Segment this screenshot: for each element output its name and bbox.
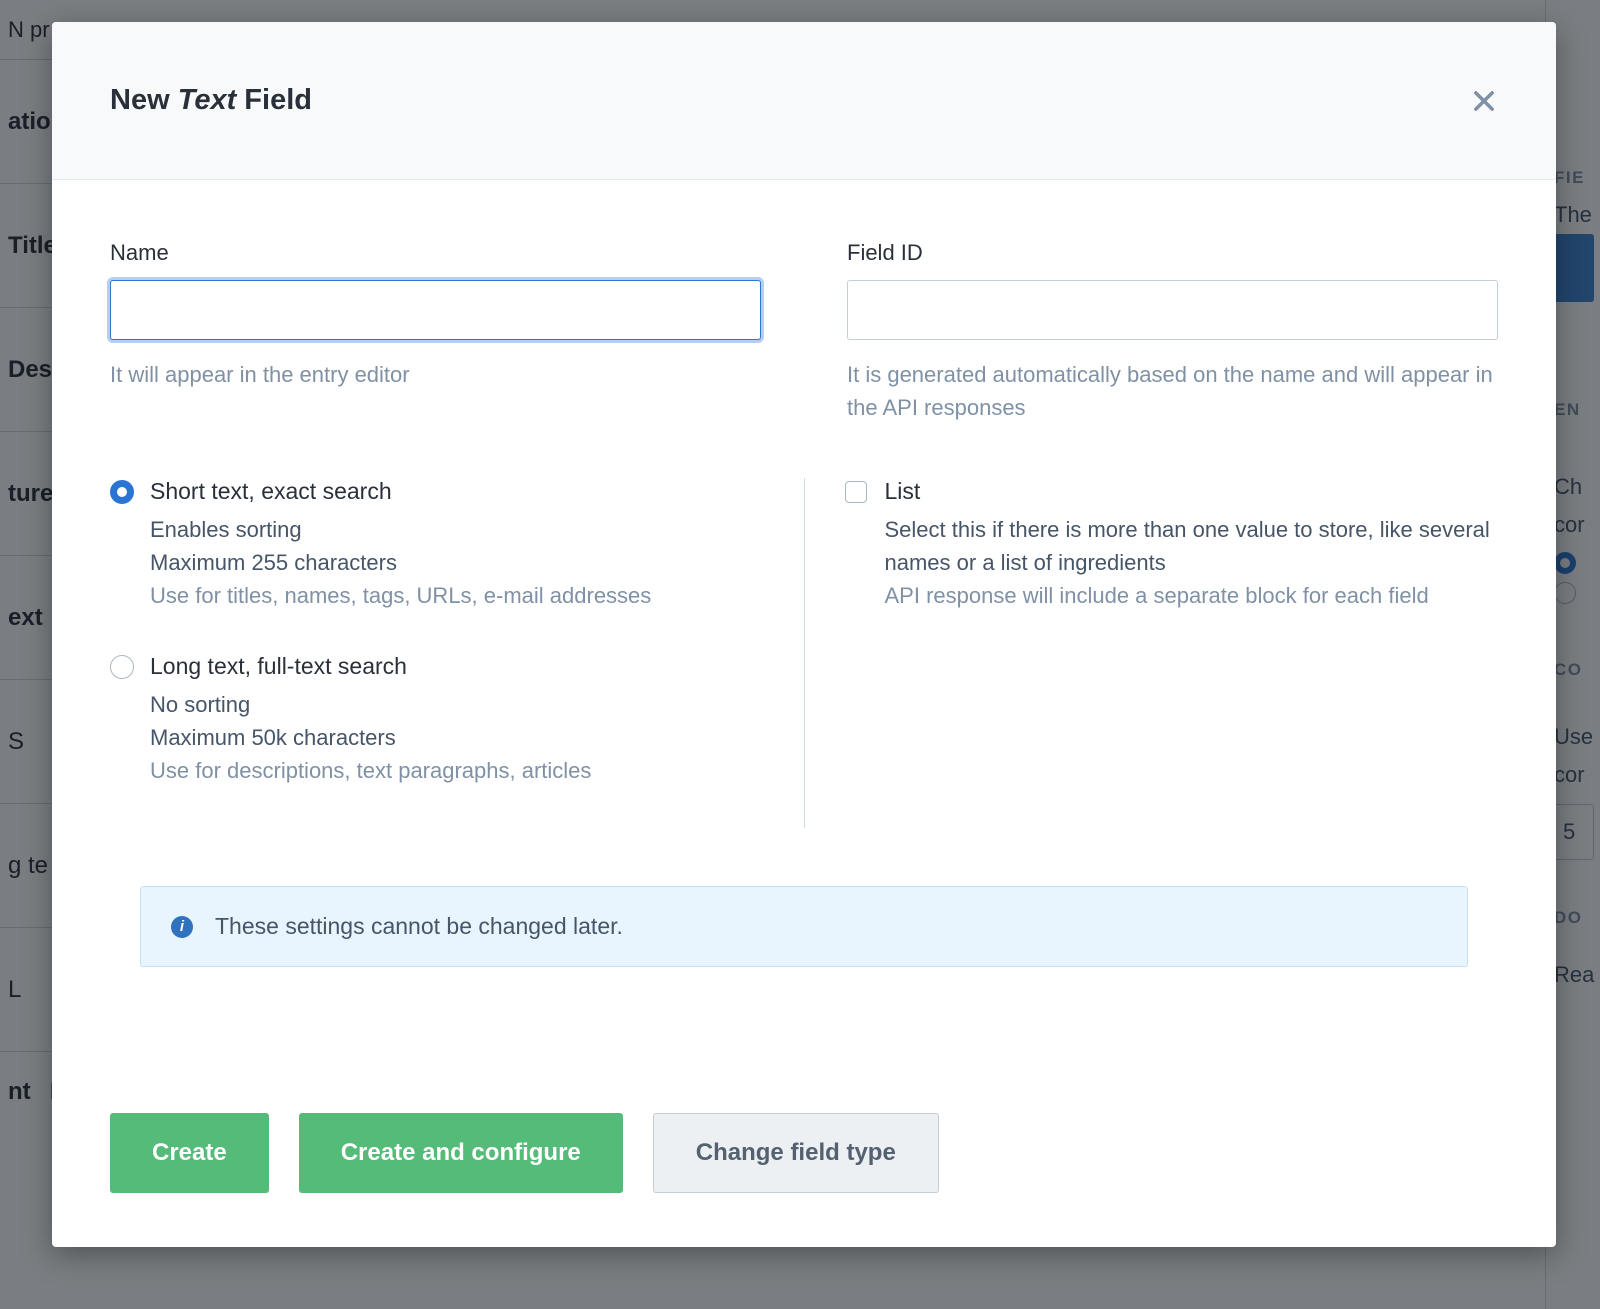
title-type: Text (178, 84, 237, 116)
close-icon[interactable] (1470, 87, 1498, 115)
name-label: Name (110, 240, 761, 266)
list-option[interactable]: List Select this if there is more than o… (845, 478, 1499, 613)
long-text-desc1: No sorting (150, 688, 764, 721)
checkbox-unchecked-icon (845, 481, 867, 503)
short-text-desc1: Enables sorting (150, 513, 764, 546)
short-text-title: Short text, exact search (150, 478, 764, 505)
info-banner: i These settings cannot be changed later… (140, 886, 1468, 967)
title-suffix: Field (236, 84, 312, 116)
list-title: List (885, 478, 1499, 505)
info-icon: i (171, 916, 193, 938)
list-hint: API response will include a separate blo… (885, 579, 1499, 613)
new-field-modal: New Text Field Name It will appear in th… (52, 22, 1556, 1247)
modal-header: New Text Field (52, 22, 1556, 180)
title-prefix: New (110, 84, 178, 116)
modal-body: Name It will appear in the entry editor … (52, 180, 1556, 1041)
long-text-desc2: Maximum 50k characters (150, 721, 764, 754)
field-id-input[interactable] (847, 280, 1498, 340)
modal-footer: Create Create and configure Change field… (52, 1113, 1556, 1247)
change-field-type-button[interactable]: Change field type (653, 1113, 939, 1193)
long-text-title: Long text, full-text search (150, 653, 764, 680)
short-text-desc2: Maximum 255 characters (150, 546, 764, 579)
field-id-label: Field ID (847, 240, 1498, 266)
info-text: These settings cannot be changed later. (215, 913, 623, 940)
radio-unselected-icon (110, 655, 134, 679)
create-button[interactable]: Create (110, 1113, 269, 1193)
name-help: It will appear in the entry editor (110, 358, 761, 391)
modal-title: New Text Field (110, 84, 312, 117)
long-text-hint: Use for descriptions, text paragraphs, a… (150, 754, 764, 788)
long-text-option[interactable]: Long text, full-text search No sorting M… (110, 653, 764, 788)
list-desc: Select this if there is more than one va… (885, 513, 1499, 579)
field-id-help: It is generated automatically based on t… (847, 358, 1498, 424)
name-input[interactable] (110, 280, 761, 340)
create-configure-button[interactable]: Create and configure (299, 1113, 623, 1193)
short-text-hint: Use for titles, names, tags, URLs, e-mai… (150, 579, 764, 613)
short-text-option[interactable]: Short text, exact search Enables sorting… (110, 478, 764, 613)
radio-selected-icon (110, 480, 134, 504)
